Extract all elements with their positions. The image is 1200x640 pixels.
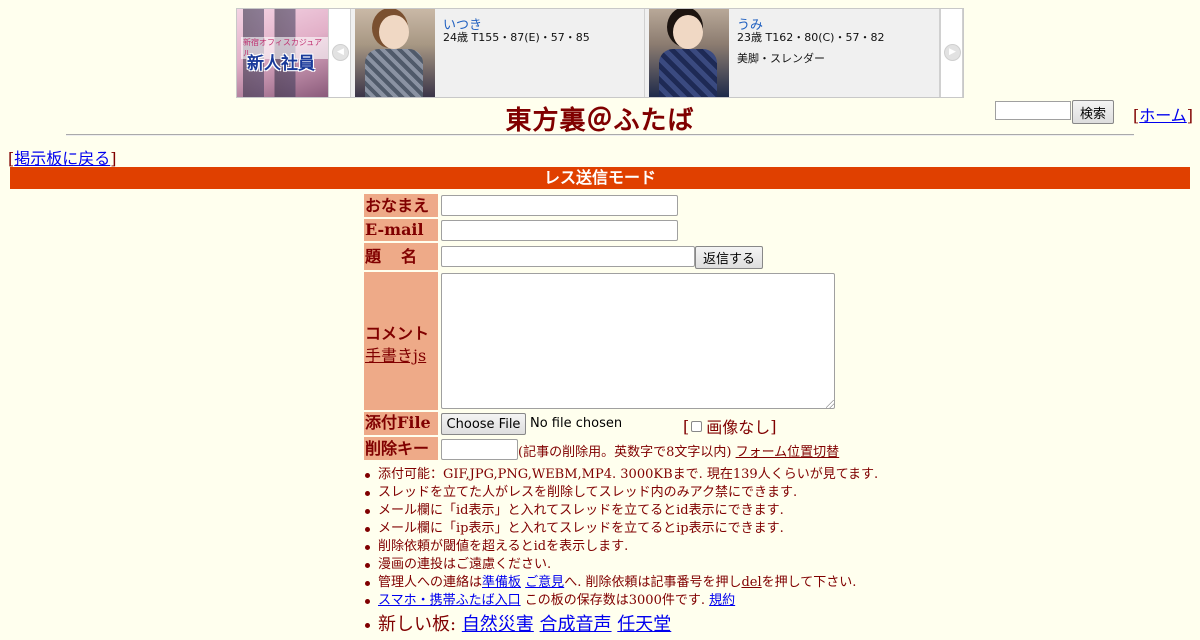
form-position-toggle-link[interactable]: フォーム位置切替 (736, 445, 840, 460)
email-label: E-mail (364, 219, 438, 241)
back-link-wrapper: [掲示板に戻る] (8, 149, 117, 168)
ad-banner: 新宿オフィスカジュアル 新人社員 ◀ いつき 24歳 T155・87(E)・57… (236, 8, 964, 98)
list-item: メール欄に「ip表示」と入れてスレッドを立てるとip表示にできます. (364, 520, 924, 538)
terms-link[interactable]: 規約 (709, 593, 735, 608)
chevron-right-icon: ▶ (944, 44, 961, 61)
file-label: 添付File (364, 412, 438, 435)
ad-title: 新人社員 (247, 54, 315, 74)
subject-field[interactable] (441, 246, 695, 267)
email-field[interactable] (441, 220, 678, 241)
divider (66, 134, 1134, 136)
no-image-checkbox[interactable] (691, 420, 703, 432)
comment-label: コメント 手書きjs (364, 272, 438, 410)
board-link-disaster[interactable]: 自然災害 (462, 614, 534, 635)
list-item: スマホ・携帯ふたば入口 この板の保存数は3000件です. 規約 (364, 592, 924, 610)
tegaki-link[interactable]: 手書きjs (365, 342, 426, 366)
junbi-board-link[interactable]: 準備板 (482, 575, 521, 590)
note-text: 管理人への連絡は (378, 575, 483, 590)
list-item: メール欄に「id表示」と入れてスレッドを立てるとid表示にできます. (364, 502, 924, 520)
delete-key-field[interactable] (441, 439, 518, 460)
board-link-nintendo[interactable]: 任天堂 (617, 614, 671, 635)
mobile-entrance-link[interactable]: スマホ・携帯ふたば入口 (378, 593, 521, 608)
home-link-wrapper: [ホーム] (1133, 106, 1194, 125)
list-item: スレッドを立てた人がレスを削除してスレッド内のみアク禁にできます. (364, 484, 924, 502)
comment-textarea[interactable] (441, 273, 835, 409)
choose-file-button[interactable]: Choose File (441, 413, 526, 435)
comment-label-text: コメント (365, 324, 430, 343)
new-boards-label: 新しい板: (378, 614, 457, 635)
subject-label-text: 題名 (365, 247, 438, 266)
no-image-label[interactable]: 画像なし (706, 414, 770, 438)
search-button[interactable]: 検索 (1072, 100, 1114, 124)
note-text: この板の保存数は3000件です. (524, 593, 705, 608)
search-input[interactable] (995, 101, 1071, 120)
submit-reply-button[interactable]: 返信する (695, 246, 763, 269)
name-label: おなまえ (364, 194, 438, 217)
del-link[interactable]: del (741, 575, 761, 590)
list-item: 新しい板: 自然災害 合成音声 任天堂 (364, 610, 924, 638)
card-photo (649, 9, 729, 97)
delete-key-note-wrapper: (記事の削除用。英数字で8文字以内) フォーム位置切替 (518, 441, 839, 460)
banner-next-button[interactable]: ▶ (940, 9, 963, 97)
card-photo (355, 9, 435, 97)
resize-grip-icon[interactable] (826, 400, 834, 408)
list-item: 漫画の連投はご遠慮ください. (364, 556, 924, 574)
banner-card[interactable]: うみ 23歳 T162・80(C)・57・82 美脚・スレンダー (645, 9, 940, 97)
ad-thumbnail[interactable]: 新宿オフィスカジュアル 新人社員 (237, 9, 328, 97)
file-status: No file chosen (530, 416, 623, 431)
name-field[interactable] (441, 195, 678, 216)
card-desc: 美脚・スレンダー (737, 52, 825, 65)
card-spec: 24歳 T155・87(E)・57・85 (443, 31, 590, 44)
delete-key-label: 削除キー (364, 437, 438, 460)
notes-list: 添付可能：GIF,JPG,PNG,WEBM,MP4. 3000KBまで. 現在1… (364, 466, 924, 638)
back-to-board-link[interactable]: 掲示板に戻る (14, 149, 110, 168)
feedback-link[interactable]: ご意見 (525, 575, 564, 590)
banner-prev-button[interactable]: ◀ (328, 9, 351, 97)
note-text: を押して下さい. (761, 575, 857, 590)
card-spec: 23歳 T162・80(C)・57・82 (737, 31, 885, 44)
list-item: 管理人への連絡は準備板 ご意見へ. 削除依頼は記事番号を押しdelを押して下さい… (364, 574, 924, 592)
reply-mode-bar: レス送信モード (10, 167, 1190, 189)
chevron-left-icon: ◀ (332, 44, 349, 61)
subject-label: 題名 (364, 243, 438, 270)
home-link[interactable]: ホーム (1139, 106, 1187, 125)
no-image-option: [画像なし] (683, 414, 777, 438)
banner-card[interactable]: いつき 24歳 T155・87(E)・57・85 (351, 9, 645, 97)
list-item: 添付可能：GIF,JPG,PNG,WEBM,MP4. 3000KBまで. 現在1… (364, 466, 924, 484)
delete-key-note: (記事の削除用。英数字で8文字以内) (518, 445, 732, 460)
list-item: 削除依頼が閾値を超えるとidを表示します. (364, 538, 924, 556)
note-text: へ. 削除依頼は記事番号を押し (564, 575, 742, 590)
board-link-synth-voice[interactable]: 合成音声 (540, 614, 612, 635)
